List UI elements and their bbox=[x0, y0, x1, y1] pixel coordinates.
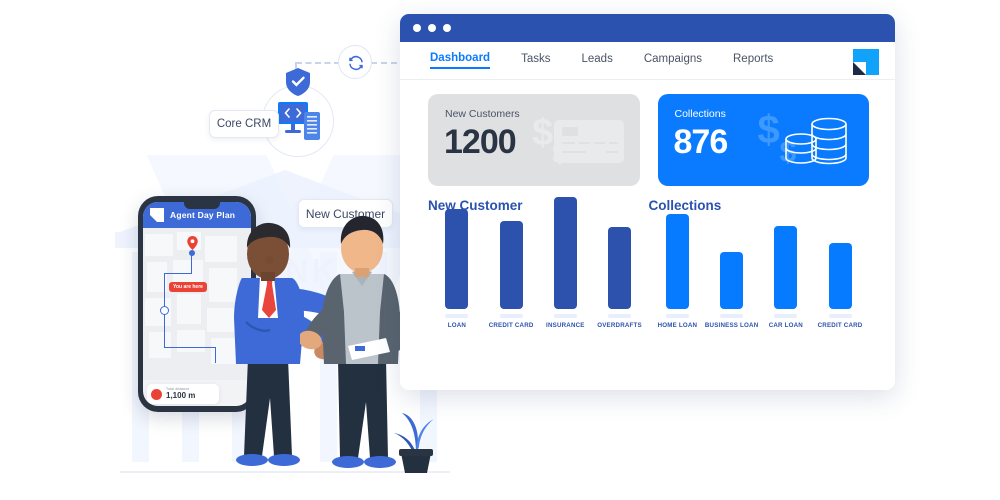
credit-card-icon bbox=[553, 120, 624, 163]
current-position-marker bbox=[160, 306, 169, 315]
chart-title: Collections bbox=[648, 198, 722, 213]
sync-refresh-icon bbox=[349, 55, 363, 71]
bar-baseline bbox=[828, 314, 852, 318]
distance-value: 1,100 m bbox=[166, 390, 196, 400]
tab-reports[interactable]: Reports bbox=[733, 53, 773, 68]
window-titlebar bbox=[400, 14, 895, 42]
chart-new-customer: New Customer LOAN CREDIT CARD INSURANCE … bbox=[428, 197, 649, 329]
app-logo-icon bbox=[150, 208, 164, 222]
stat-card-value: 876 bbox=[673, 123, 729, 161]
bar[interactable] bbox=[445, 209, 469, 309]
phone-notch bbox=[184, 202, 220, 209]
sync-node[interactable] bbox=[338, 45, 372, 79]
tab-tasks[interactable]: Tasks bbox=[521, 53, 550, 68]
browser-window: Dashboard Tasks Leads Campaigns Reports … bbox=[400, 14, 895, 390]
bar-group: INSURANCE bbox=[542, 197, 588, 329]
bar-baseline bbox=[774, 314, 798, 318]
stat-card-collections: Collections 876 $ $ bbox=[657, 94, 869, 186]
bar-baseline bbox=[608, 314, 632, 318]
core-crm-chip[interactable]: Core CRM bbox=[209, 110, 279, 138]
route-start-dot bbox=[189, 250, 195, 256]
stat-card-label: Collections bbox=[674, 108, 726, 120]
bar-label: INSURANCE bbox=[546, 322, 585, 329]
bar-label: OVERDRAFTS bbox=[597, 322, 642, 329]
tab-dashboard[interactable]: Dashboard bbox=[430, 52, 491, 69]
bar-baseline bbox=[665, 314, 689, 318]
bar[interactable] bbox=[720, 252, 744, 309]
bar[interactable] bbox=[774, 226, 798, 309]
chart-collections: Collections HOME LOAN BUSINESS LOAN CAR … bbox=[649, 198, 870, 329]
charts-row: New Customer LOAN CREDIT CARD INSURANCE … bbox=[400, 186, 895, 329]
bar[interactable] bbox=[665, 214, 689, 309]
shield-check-icon bbox=[286, 68, 310, 96]
bar-baseline bbox=[720, 314, 744, 318]
bar-label: BUSINESS LOAN bbox=[704, 322, 759, 329]
bar-group: CAR LOAN bbox=[763, 226, 809, 329]
window-dot-close[interactable] bbox=[413, 24, 421, 32]
chart-plot-area: LOAN CREDIT CARD INSURANCE OVERDRAFTS bbox=[428, 197, 649, 329]
you-are-here-label: You are here bbox=[169, 282, 207, 292]
bar-baseline bbox=[499, 314, 523, 318]
distance-card: Total distance 1,100 m bbox=[147, 384, 219, 404]
bar[interactable] bbox=[553, 197, 577, 309]
bar-group: BUSINESS LOAN bbox=[705, 252, 758, 329]
window-dot-minimize[interactable] bbox=[428, 24, 436, 32]
bar[interactable] bbox=[828, 243, 852, 309]
bar-group: OVERDRAFTS bbox=[597, 227, 643, 329]
bar-group: CREDIT CARD bbox=[817, 243, 863, 329]
bar-label: CREDIT CARD bbox=[817, 322, 863, 329]
bar-label: CREDIT CARD bbox=[488, 322, 534, 329]
chart-plot-area: HOME LOAN BUSINESS LOAN CAR LOAN CREDIT … bbox=[649, 214, 870, 329]
window-dot-maximize[interactable] bbox=[443, 24, 451, 32]
bar[interactable] bbox=[608, 227, 632, 309]
distance-icon bbox=[151, 388, 162, 400]
bar-label: LOAN bbox=[447, 322, 467, 329]
tab-leads[interactable]: Leads bbox=[581, 53, 612, 68]
bar-label: HOME LOAN bbox=[657, 322, 698, 329]
bar[interactable] bbox=[499, 221, 523, 309]
potted-plant-illustration bbox=[394, 413, 434, 473]
bar-group: CREDIT CARD bbox=[488, 221, 534, 329]
bar-label: CAR LOAN bbox=[768, 322, 803, 329]
core-crm-chip-label: Core CRM bbox=[216, 118, 272, 130]
dollar-sign-icon: $ bbox=[532, 112, 554, 154]
stat-card-label: New Customers bbox=[445, 108, 520, 120]
map-pin-icon bbox=[187, 236, 198, 250]
brand-logo-icon bbox=[853, 49, 879, 75]
nav-tabs: Dashboard Tasks Leads Campaigns Reports bbox=[400, 42, 895, 80]
stat-card-value: 1200 bbox=[444, 123, 517, 161]
dollar-sign-icon: $ bbox=[757, 108, 780, 152]
bar-group: HOME LOAN bbox=[655, 214, 701, 329]
coin-stack-icon bbox=[785, 117, 847, 165]
stat-cards: New Customers 1200 $ $ Collections 876 $ bbox=[400, 80, 895, 186]
bar-group: LOAN bbox=[434, 209, 480, 329]
bar-baseline bbox=[445, 314, 469, 318]
tab-campaigns[interactable]: Campaigns bbox=[644, 53, 702, 68]
stat-card-new-customers: New Customers 1200 $ $ bbox=[428, 94, 640, 186]
illustration-stage: BANK Core CRM New Customer bbox=[0, 0, 1000, 500]
code-monitor-server-icon bbox=[278, 102, 320, 140]
bar-baseline bbox=[553, 314, 577, 318]
connector-line-left bbox=[296, 62, 340, 64]
